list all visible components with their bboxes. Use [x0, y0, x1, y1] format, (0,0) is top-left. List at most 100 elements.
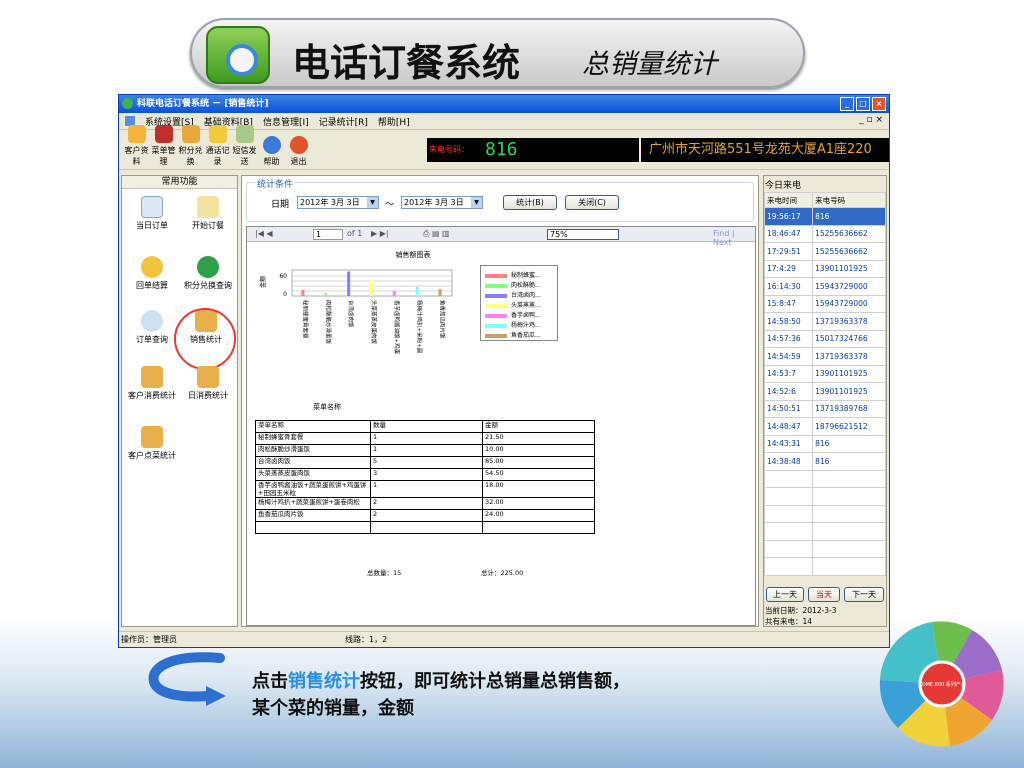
call-row[interactable]: 14:53:7 13901101925	[763, 364, 886, 383]
help-icon	[262, 136, 281, 154]
x-tick-label: 头菜蒸蒸皮蛋肉饭	[370, 300, 378, 345]
call-row[interactable]: 14:58:50 13719363378	[763, 312, 886, 331]
call-row[interactable]: 14:57:36 15017324766	[763, 329, 886, 348]
call-row[interactable]: 14:48:47 18796621512	[763, 417, 886, 436]
report-cell: 85.00	[482, 456, 595, 469]
status-bar: 操作员：管理员 线路：1，2	[119, 631, 889, 647]
sidebar-item-customer-consumption[interactable]: 客户消费统计	[124, 366, 180, 401]
close-report-button[interactable]: 关闭(C)	[565, 195, 619, 210]
report-cell: 2	[370, 509, 483, 522]
call-row[interactable]: 19:56:17 816	[763, 207, 886, 226]
report-cell: 3	[370, 468, 483, 481]
stat-button[interactable]: 统计(B)	[503, 195, 557, 210]
report-table: 菜单名称 数量 金额 秘制蜂蜜骨套餐 1 21.50 肉松酥脆炒滑蛋饭 1 10.00 台湾…	[255, 420, 595, 534]
next-day-button[interactable]: 下一天	[844, 587, 884, 602]
x-tick-label: 香芋卤鸭酱油饭+鸡蛋	[393, 300, 401, 355]
report-viewer: |◀ ◀ 1 of 1 ▶ ▶| ⎙ ▤ ▥ 75% Find | Next 销…	[246, 226, 756, 626]
legend-item: 台湾卤肉...	[485, 290, 541, 299]
date-to-picker[interactable]: 2012年 3月 3日 ▼	[401, 196, 483, 209]
chevron-down-icon: ▼	[367, 197, 378, 208]
toolbar-exit-button[interactable]: 退出	[285, 136, 312, 169]
operator-label: 操作员：管理员	[121, 635, 177, 644]
call-row[interactable]: 16:14:30 15943729000	[763, 277, 886, 296]
call-cell: 13901101925	[812, 364, 886, 383]
book-icon	[154, 125, 173, 143]
minimize-button[interactable]: _	[840, 97, 854, 111]
report-cell: 头菜蒸蒸皮蛋肉饭	[255, 468, 371, 481]
current-date: 当前日期：2012-3-3	[765, 606, 837, 615]
sidebar-item-start-order[interactable]: 开始订餐	[180, 196, 236, 231]
report-cell: 1	[370, 444, 483, 457]
call-empty-row	[763, 522, 886, 541]
menu-records[interactable]: 记录统计[R]	[319, 115, 368, 128]
call-row[interactable]: 17:29:51 15255636662	[763, 242, 886, 261]
menu-info[interactable]: 信息管理[I]	[263, 115, 309, 128]
call-row[interactable]: 14:52:6 13901101925	[763, 382, 886, 401]
sidebar-item-order-query[interactable]: 订单查询	[124, 310, 180, 345]
legend-item: 香芋卤鸭...	[485, 310, 541, 319]
call-empty-row	[763, 504, 886, 523]
report-cell: 21.50	[482, 432, 595, 445]
magnifier-icon	[141, 310, 163, 332]
toolbar-menu-button[interactable]: 菜单管理	[150, 125, 177, 169]
nav-next-icon[interactable]: ▶ ▶|	[371, 229, 389, 238]
date-from-picker[interactable]: 2012年 3月 3日 ▼	[297, 196, 379, 209]
legend-label: 鱼香茄瓜...	[511, 332, 541, 339]
chevron-down-icon: ▼	[471, 197, 482, 208]
document-icon	[141, 196, 163, 218]
sidebar-item-daily-consumption[interactable]: 日消费统计	[180, 366, 236, 401]
legend-label: 秘制蜂蜜...	[511, 272, 541, 279]
call-row[interactable]: 14:43:31 816	[763, 434, 886, 453]
call-empty-row	[763, 539, 886, 558]
legend-swatch	[485, 333, 507, 338]
customer-icon	[127, 125, 146, 143]
conditions-legend: 统计条件	[255, 177, 296, 190]
report-row: 鱼香茄瓜肉片饭 2 24.00	[255, 509, 595, 522]
page-of-label: of 1	[347, 229, 363, 238]
toolbar-sms-button[interactable]: 短信发送	[231, 125, 258, 169]
call-row[interactable]: 14:54:59 13719363378	[763, 347, 886, 366]
zoom-select[interactable]: 75%	[547, 229, 619, 240]
viewer-toolbar: |◀ ◀ 1 of 1 ▶ ▶| ⎙ ▤ ▥ 75% Find | Next	[247, 227, 755, 247]
maximize-button[interactable]: □	[856, 97, 870, 111]
sidebar-item-today-orders[interactable]: 当日订单	[124, 196, 180, 231]
call-row[interactable]: 18:46:47 15255636662	[763, 224, 886, 243]
x-tick-label: 杨梅汁鸡扒+米粉+圆	[416, 300, 424, 354]
toolbar-calls-button[interactable]: 通话记录	[204, 125, 231, 169]
call-row[interactable]: 14:50:51 13719389768	[763, 399, 886, 418]
report-icon	[141, 366, 163, 388]
date-label: 日期	[271, 200, 290, 210]
sidebar-item-settlement[interactable]: 回单结算	[124, 256, 180, 291]
print-icon[interactable]: ⎙ ▤ ▥	[423, 229, 450, 239]
report-row: 杨梅汁鸡扒+蔬菜蛋煎饼+蛋卷肉松 2 32.00	[255, 497, 595, 510]
call-row[interactable]: 14:38:48 816	[763, 452, 886, 471]
call-cell: 816	[812, 434, 886, 453]
call-cell: 14:57:36	[763, 329, 814, 348]
calls-panel: 今日来电 来电时间 来电号码 19:56:17 816 18:46:47 1525563…	[763, 175, 887, 627]
legend-label: 台湾卤肉...	[511, 292, 541, 299]
call-cell: 18:46:47	[763, 224, 814, 243]
toolbar-help-button[interactable]: 帮助	[258, 136, 285, 169]
prev-day-button[interactable]: 上一天	[766, 587, 804, 602]
toolbar-points-button[interactable]: 积分兑换	[177, 125, 204, 169]
legend-swatch	[485, 293, 507, 298]
y-tick-0: 0	[283, 291, 287, 298]
mdi-controls[interactable]: _ ▫ ×	[859, 115, 883, 125]
nav-first-icon[interactable]: |◀ ◀	[255, 229, 273, 238]
page-input[interactable]: 1	[313, 229, 343, 240]
today-button[interactable]: 当天	[808, 587, 840, 602]
call-cell: 14:38:48	[763, 452, 814, 471]
toolbar-customer-button[interactable]: 客户资料	[123, 125, 150, 169]
report-row: 秘制蜂蜜骨套餐 1 21.50	[255, 432, 595, 445]
legend-swatch	[485, 283, 507, 288]
close-button[interactable]: ×	[872, 97, 886, 111]
title-bar: 科联电话订餐系统 － [销售统计] _ □ ×	[119, 95, 889, 113]
chart-bar	[324, 293, 328, 296]
find-next[interactable]: Find | Next	[713, 229, 755, 247]
sidebar-item-points-query[interactable]: 积分兑换查询	[180, 256, 236, 291]
menu-help[interactable]: 帮助[H]	[378, 115, 410, 128]
sidebar-item-customer-dishes[interactable]: 客户点菜统计	[124, 426, 180, 461]
telephone-icon	[206, 26, 270, 84]
call-row[interactable]: 17:4:29 13901101925	[763, 259, 886, 278]
call-row[interactable]: 15:8:47 15943729000	[763, 294, 886, 313]
